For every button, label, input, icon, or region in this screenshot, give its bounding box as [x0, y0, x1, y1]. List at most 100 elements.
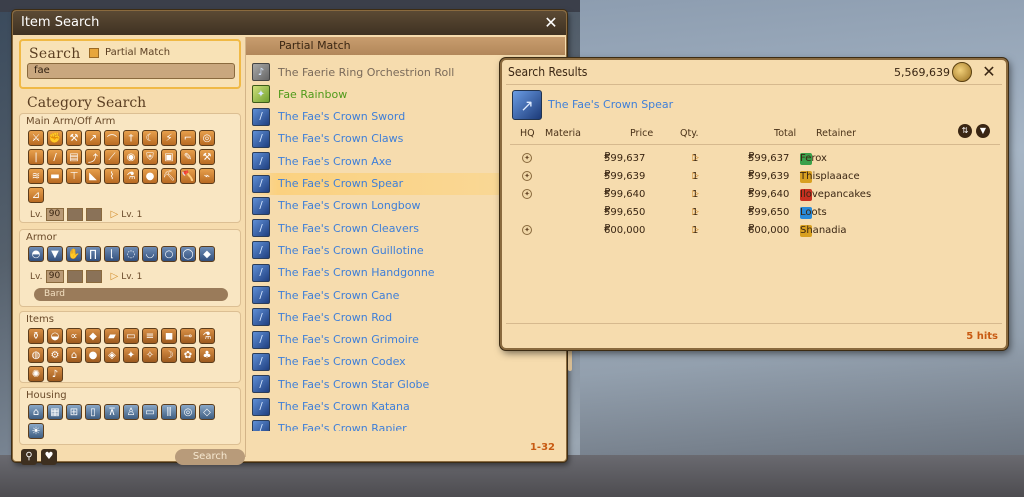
orchestrion-icon[interactable]: ♪: [47, 366, 63, 382]
crystal-icon[interactable]: ◈: [104, 347, 120, 363]
filter-icon[interactable]: ▼: [976, 124, 990, 138]
bone-icon[interactable]: ⊸: [180, 328, 196, 344]
metal-icon[interactable]: ▰: [104, 328, 120, 344]
minion-icon[interactable]: ✿: [180, 347, 196, 363]
materia-icon[interactable]: ●: [85, 347, 101, 363]
partial-match-checkbox[interactable]: [89, 48, 99, 58]
gloves-icon[interactable]: ✋: [66, 246, 82, 262]
fence-icon[interactable]: ⫼: [161, 404, 177, 420]
seafood-icon[interactable]: ∝: [66, 328, 82, 344]
knife-icon[interactable]: ◣: [85, 168, 101, 184]
window-titlebar[interactable]: Item Search ✕: [13, 11, 566, 35]
furnishing-icon[interactable]: ⌂: [66, 347, 82, 363]
staff-icon[interactable]: |: [28, 149, 44, 165]
katana-icon[interactable]: ⟋: [104, 149, 120, 165]
catalyst-icon[interactable]: ✦: [123, 347, 139, 363]
meal-icon[interactable]: ◒: [47, 328, 63, 344]
seasonal-icon[interactable]: ✺: [28, 366, 44, 382]
heart-icon[interactable]: ♥: [41, 449, 57, 465]
medicine-icon[interactable]: ⚱: [28, 328, 44, 344]
close-icon[interactable]: ✕: [542, 14, 560, 32]
flooring-icon[interactable]: ◇: [199, 404, 215, 420]
result-row[interactable]: / The Fae's Crown Katana: [246, 396, 561, 418]
selected-item-name[interactable]: The Fae's Crown Spear: [548, 98, 673, 111]
necklace-icon[interactable]: ◡: [142, 246, 158, 262]
result-row[interactable]: / The Fae's Crown Codex: [246, 351, 561, 373]
pickaxe-icon[interactable]: ⛏: [161, 168, 177, 184]
codex-icon[interactable]: ▣: [161, 149, 177, 165]
gun-icon[interactable]: ⌐: [180, 130, 196, 146]
search-input[interactable]: fae: [27, 63, 235, 79]
stone-icon[interactable]: ◆: [85, 328, 101, 344]
exterior-roof-icon[interactable]: ⌂: [28, 404, 44, 420]
boots-icon[interactable]: ⌊: [104, 246, 120, 262]
earring-icon[interactable]: ◌: [123, 246, 139, 262]
hammer-icon[interactable]: ⚒: [199, 149, 215, 165]
level-max-input[interactable]: [66, 270, 83, 283]
dye-icon[interactable]: ◍: [28, 347, 44, 363]
axe-icon[interactable]: ⚒: [66, 130, 82, 146]
listing-row[interactable]: ✦ 599,637 ₽1 ▷ 599,637 ₽ Ferox: [510, 149, 1000, 167]
chakram-icon[interactable]: ◎: [199, 130, 215, 146]
sword-icon[interactable]: ⚔: [28, 130, 44, 146]
bow-icon[interactable]: ⌒: [104, 130, 120, 146]
interior-wall-icon[interactable]: ◎: [180, 404, 196, 420]
ceiling-light-icon[interactable]: ☀: [28, 423, 44, 439]
body-armor-icon[interactable]: ▼: [47, 246, 63, 262]
part-icon[interactable]: ⚙: [47, 347, 63, 363]
level-min-input[interactable]: 90: [45, 270, 64, 283]
close-icon[interactable]: ✕: [980, 63, 998, 81]
soul-icon[interactable]: ☽: [161, 347, 177, 363]
mallet-icon[interactable]: ⊤: [66, 168, 82, 184]
miscellany-icon[interactable]: ✧: [142, 347, 158, 363]
saw-icon[interactable]: ≋: [28, 168, 44, 184]
fist-icon[interactable]: ✊: [47, 130, 63, 146]
listing-row[interactable]: ✦ 599,639 ₽1 ▷ 599,639 ₽ Thisplaaace: [510, 167, 1000, 185]
pan-icon[interactable]: ●: [142, 168, 158, 184]
class-select[interactable]: Bard: [34, 288, 228, 301]
search-icon[interactable]: ⚲: [21, 449, 37, 465]
globe-icon[interactable]: ◉: [123, 149, 139, 165]
needle-icon[interactable]: ⌇: [104, 168, 120, 184]
result-row[interactable]: / The Fae's Crown Star Globe: [246, 373, 561, 395]
helmet-icon[interactable]: ◓: [28, 246, 44, 262]
placard-icon[interactable]: ▭: [142, 404, 158, 420]
wall-decoration-icon[interactable]: ♙: [123, 404, 139, 420]
exterior-wall-icon[interactable]: ▦: [47, 404, 63, 420]
listing-row[interactable]: 599,650 ₽1 ▷ 599,650 ₽ Loots: [510, 203, 1000, 221]
anvil-icon[interactable]: ▬: [47, 168, 63, 184]
level-step-button[interactable]: [85, 208, 102, 221]
gunblade-icon[interactable]: ⚡: [161, 130, 177, 146]
rod-icon[interactable]: /: [47, 149, 63, 165]
shield-icon[interactable]: ⛨: [142, 149, 158, 165]
dagger-icon[interactable]: †: [123, 130, 139, 146]
roof-decoration-icon[interactable]: ⊼: [104, 404, 120, 420]
ring-icon[interactable]: ◯: [180, 246, 196, 262]
level-max-input[interactable]: [66, 208, 83, 221]
gardening-icon[interactable]: ♣: [199, 347, 215, 363]
leather-icon[interactable]: ◼: [161, 328, 177, 344]
window-icon[interactable]: ⊞: [66, 404, 82, 420]
fishing-rod-icon[interactable]: ⌁: [199, 168, 215, 184]
scythe-icon[interactable]: ☾: [142, 130, 158, 146]
listing-row[interactable]: ✦ 600,000 ₽1 ▷ 600,000 ₽ Shanadia: [510, 221, 1000, 239]
sort-icon[interactable]: ⇅: [958, 124, 972, 138]
cloth-icon[interactable]: ≡: [142, 328, 158, 344]
level-min-input[interactable]: 90: [45, 208, 64, 221]
lumber-icon[interactable]: ▭: [123, 328, 139, 344]
legs-icon[interactable]: ∏: [85, 246, 101, 262]
door-icon[interactable]: ▯: [85, 404, 101, 420]
result-row[interactable]: / The Fae's Crown Rapier: [246, 418, 561, 431]
spear-icon[interactable]: ↗: [85, 130, 101, 146]
soul-crystal-icon[interactable]: ◆: [199, 246, 215, 262]
book-icon[interactable]: ▤: [66, 149, 82, 165]
level-step-button[interactable]: [85, 270, 102, 283]
secondary-tool-icon[interactable]: ⊿: [28, 187, 44, 203]
listing-row[interactable]: ✦ 599,640 ₽1 ▷ 599,640 ₽ Ilovepancakes: [510, 185, 1000, 203]
bracelet-icon[interactable]: ○: [161, 246, 177, 262]
hatchet-icon[interactable]: 🪓: [180, 168, 196, 184]
alembic-icon[interactable]: ⚗: [123, 168, 139, 184]
search-button[interactable]: Search: [175, 449, 245, 465]
brush-icon[interactable]: ✎: [180, 149, 196, 165]
rapier-icon[interactable]: ⤴: [85, 149, 101, 165]
